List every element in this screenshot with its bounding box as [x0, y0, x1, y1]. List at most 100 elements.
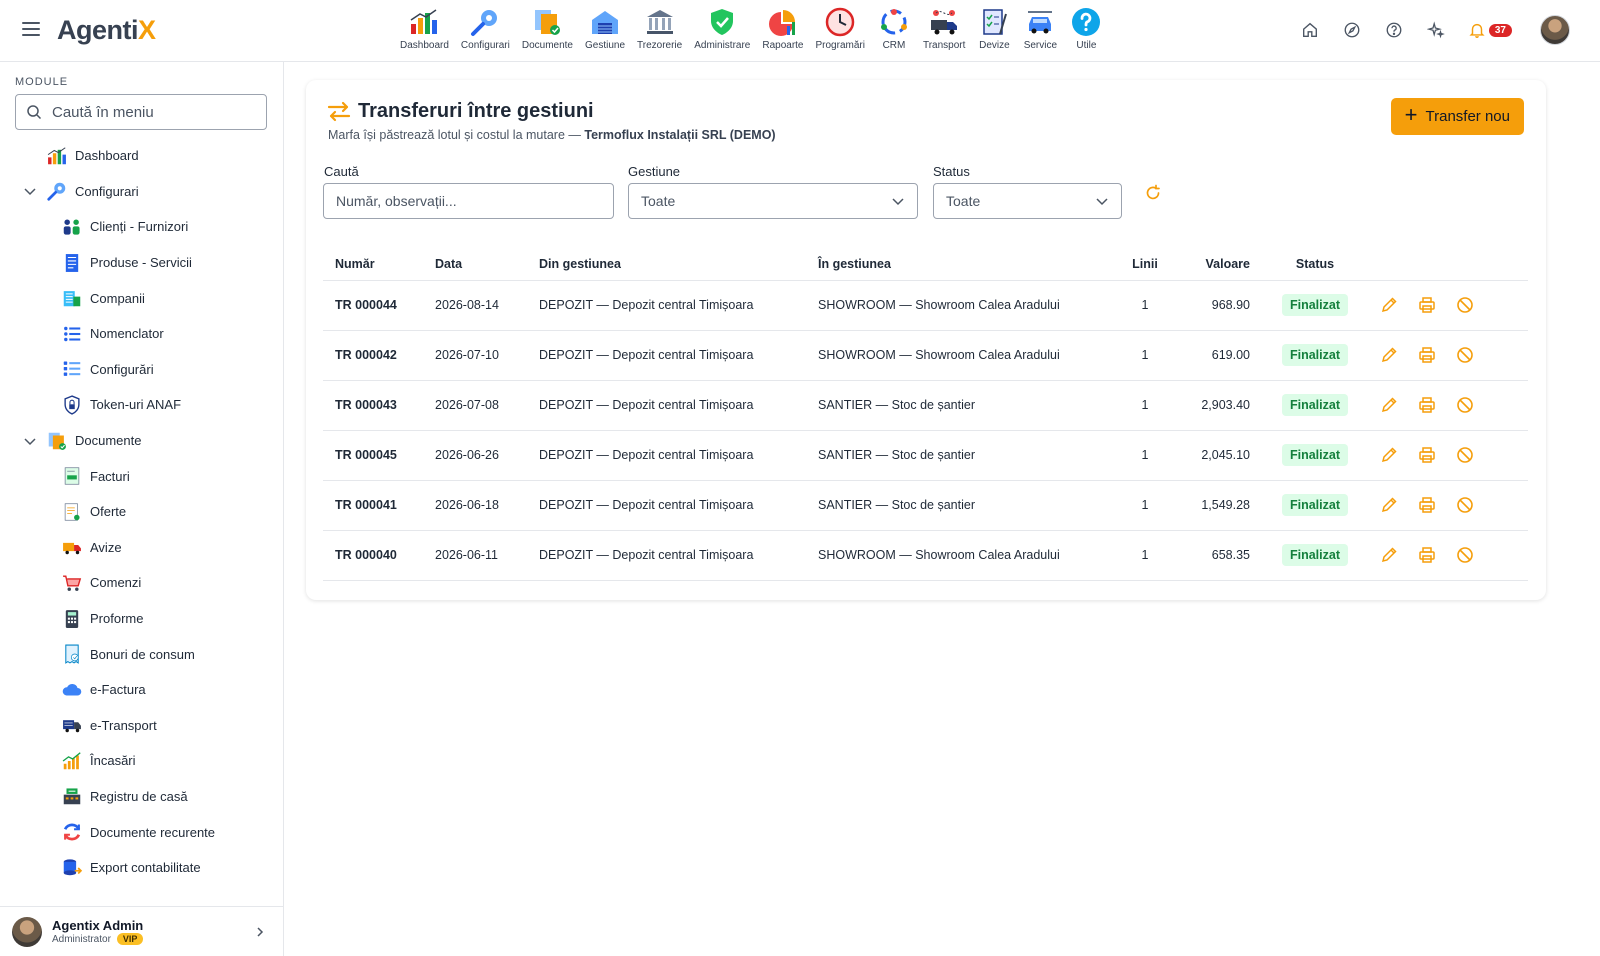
transfer-number[interactable]: TR 000041: [323, 480, 423, 531]
sidebar-item[interactable]: Registru de casă: [0, 779, 283, 815]
column-header[interactable]: Număr: [323, 248, 423, 281]
sidebar-item[interactable]: Token-uri ANAF: [0, 387, 283, 423]
edit-icon[interactable]: [1380, 296, 1398, 314]
print-icon[interactable]: [1418, 396, 1436, 414]
module-clock[interactable]: Programări: [810, 6, 871, 56]
module-checklist[interactable]: Devize: [971, 6, 1017, 56]
help-icon[interactable]: [1384, 20, 1404, 40]
table-row[interactable]: TR 000042 2026-07-10 DEPOZIT — Depozit cen…: [323, 330, 1528, 381]
chevron-down-icon: [24, 188, 36, 196]
sidebar-item[interactable]: Avize: [0, 530, 283, 566]
cancel-icon[interactable]: [1456, 496, 1474, 514]
user-profile[interactable]: Agentix Admin Administrator VIP: [0, 906, 283, 956]
menu-search-input[interactable]: [52, 103, 252, 121]
transfer-number[interactable]: TR 000044: [323, 280, 423, 331]
sidebar-item[interactable]: Clienți - Furnizori: [0, 209, 283, 245]
sidebar-item[interactable]: e-Factura: [0, 672, 283, 708]
print-icon[interactable]: [1418, 546, 1436, 564]
edit-icon[interactable]: [1380, 446, 1398, 464]
print-icon[interactable]: [1418, 446, 1436, 464]
transfer-number[interactable]: TR 000045: [323, 430, 423, 481]
print-icon[interactable]: [1418, 496, 1436, 514]
row-actions: [1368, 480, 1528, 531]
edit-icon[interactable]: [1380, 546, 1398, 564]
module-warehouse[interactable]: Gestiune: [579, 6, 631, 56]
search-label: Caută: [324, 164, 359, 179]
module-bank[interactable]: Trezorerie: [631, 6, 688, 56]
sidebar-item[interactable]: Produse - Servicii: [0, 245, 283, 281]
transfer-value: 658.35: [1174, 530, 1262, 581]
table-row[interactable]: TR 000040 2026-06-11 DEPOZIT — Depozit cen…: [323, 530, 1528, 581]
column-header[interactable]: În gestiunea: [806, 248, 1116, 281]
sidebar-item[interactable]: Configurări: [0, 352, 283, 388]
cancel-icon[interactable]: [1456, 296, 1474, 314]
edit-icon[interactable]: [1380, 346, 1398, 364]
module-truck-route[interactable]: Transport: [917, 6, 971, 56]
table-row[interactable]: TR 000045 2026-06-26 DEPOZIT — Depozit cen…: [323, 430, 1528, 481]
sidebar-item[interactable]: Configurari: [0, 174, 283, 210]
transfer-number[interactable]: TR 000043: [323, 380, 423, 431]
sidebar-item[interactable]: Facturi: [0, 458, 283, 494]
cancel-icon[interactable]: [1456, 396, 1474, 414]
transfer-number[interactable]: TR 000040: [323, 530, 423, 581]
compass-icon[interactable]: [1342, 20, 1362, 40]
module-documents[interactable]: Documente: [516, 6, 579, 56]
module-report-chart[interactable]: Rapoarte: [756, 6, 809, 56]
to-warehouse: SANTIER — Stoc de șantier: [806, 480, 1116, 531]
sidebar-item[interactable]: Companii: [0, 280, 283, 316]
print-icon[interactable]: [1418, 346, 1436, 364]
sidebar-item-label: Proforme: [90, 611, 144, 627]
column-header[interactable]: Valoare: [1174, 248, 1262, 281]
hamburger-menu-icon[interactable]: [22, 22, 40, 36]
column-header[interactable]: Din gestiunea: [527, 248, 806, 281]
table-row[interactable]: TR 000043 2026-07-08 DEPOZIT — Depozit cen…: [323, 380, 1528, 431]
module-shield-check[interactable]: Administrare: [688, 6, 756, 56]
sidebar-item[interactable]: Bonuri de consum: [0, 636, 283, 672]
module-help-circle[interactable]: Utile: [1063, 6, 1109, 56]
line-count: 1: [1116, 480, 1174, 531]
edit-icon[interactable]: [1380, 496, 1398, 514]
menu-search[interactable]: [15, 94, 267, 130]
module-car-service[interactable]: Service: [1017, 6, 1063, 56]
gestiune-select[interactable]: Toate: [628, 183, 918, 219]
status-value: Toate: [946, 193, 981, 209]
edit-icon[interactable]: [1380, 396, 1398, 414]
module-wrench-gear[interactable]: Configurari: [455, 6, 516, 56]
cancel-icon[interactable]: [1456, 346, 1474, 364]
sidebar-item[interactable]: Oferte: [0, 494, 283, 530]
table-row[interactable]: TR 000044 2026-08-14 DEPOZIT — Depozit cen…: [323, 280, 1528, 331]
table-row[interactable]: TR 000041 2026-06-18 DEPOZIT — Depozit cen…: [323, 480, 1528, 531]
sparkles-icon[interactable]: [1426, 20, 1446, 40]
module-dashboard[interactable]: Dashboard: [394, 6, 455, 56]
module-crm-cycle[interactable]: CRM: [871, 6, 917, 56]
column-header[interactable]: Data: [423, 248, 527, 281]
user-avatar[interactable]: [1540, 15, 1570, 45]
sidebar-item-label: Configurari: [75, 183, 139, 199]
transfer-number[interactable]: TR 000042: [323, 330, 423, 381]
status-select[interactable]: Toate: [933, 183, 1122, 219]
sidebar-item[interactable]: Export contabilitate: [0, 850, 283, 886]
refresh-icon[interactable]: [1144, 184, 1162, 202]
cancel-icon[interactable]: [1456, 446, 1474, 464]
sidebar-item[interactable]: Dashboard: [0, 138, 283, 174]
cancel-icon[interactable]: [1456, 546, 1474, 564]
sidebar-item[interactable]: Nomenclator: [0, 316, 283, 352]
column-header[interactable]: Linii: [1116, 248, 1174, 281]
home-icon[interactable]: [1300, 20, 1320, 40]
sidebar-item[interactable]: Documente: [0, 423, 283, 459]
app-logo[interactable]: AgentiX: [57, 15, 156, 46]
sidebar-item[interactable]: Documente recurente: [0, 814, 283, 850]
notification-count-badge: 37: [1488, 23, 1512, 37]
sidebar-item[interactable]: Proforme: [0, 601, 283, 637]
column-header[interactable]: Status: [1262, 248, 1368, 281]
search-field[interactable]: [323, 183, 614, 219]
sidebar-item[interactable]: Comenzi: [0, 565, 283, 601]
notifications-button[interactable]: 37: [1468, 21, 1512, 39]
search-input[interactable]: [336, 193, 601, 209]
new-transfer-button[interactable]: + Transfer nou: [1390, 98, 1524, 135]
sidebar-item[interactable]: e-Transport: [0, 708, 283, 744]
page-subtitle: Marfa își păstrează lotul și costul la m…: [328, 128, 776, 142]
sidebar-item[interactable]: Încasări: [0, 743, 283, 779]
print-icon[interactable]: [1418, 296, 1436, 314]
bell-icon: [1469, 23, 1485, 38]
